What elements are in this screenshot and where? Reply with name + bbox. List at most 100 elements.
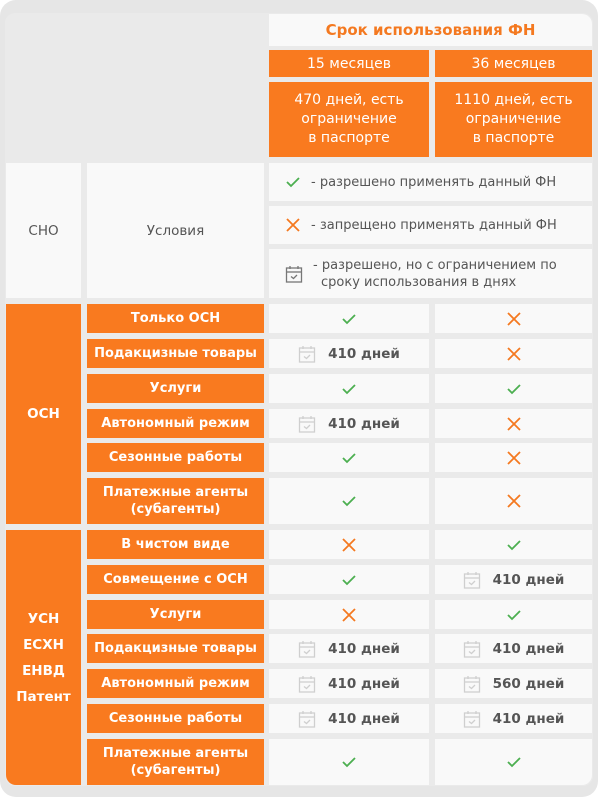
check-icon — [285, 175, 301, 189]
status-cell: 410 дней — [269, 634, 429, 663]
check-icon — [341, 494, 357, 508]
status-cell — [435, 600, 592, 629]
condition-label-line: Совмещение с ОСН — [103, 572, 248, 587]
description-line: ограничение — [301, 111, 397, 127]
condition-label: Сезонные работы — [87, 704, 264, 733]
status-cell — [269, 304, 429, 333]
cross-icon — [285, 217, 301, 233]
description-line: в паспорте — [308, 130, 390, 146]
column-description-15: 470 дней, есть ограничение в паспорте — [269, 82, 429, 157]
sno-group-label: ОСН — [6, 304, 81, 524]
sno-header: СНО — [6, 163, 81, 298]
condition-label: Автономный режим — [87, 669, 264, 698]
calendar-check-icon — [463, 709, 481, 729]
check-icon — [506, 755, 522, 769]
condition-label: Услуги — [87, 600, 264, 629]
condition-label: Автономный режим — [87, 409, 264, 438]
cross-icon — [341, 537, 357, 553]
condition-label: Платежные агенты (субагенты) — [87, 739, 264, 785]
condition-label-line: Подакцизные товары — [94, 641, 257, 656]
condition-label: Услуги — [87, 374, 264, 403]
calendar-check-icon — [463, 639, 481, 659]
status-cell — [435, 339, 592, 368]
sno-group-label: УСН ЕСХН ЕНВД Патент — [6, 530, 81, 785]
status-cell — [435, 374, 592, 403]
status-cell — [269, 739, 429, 785]
check-icon — [341, 755, 357, 769]
status-cell — [435, 409, 592, 438]
sno-label-line: УСН — [27, 610, 60, 627]
description-line: 470 дней, есть — [294, 92, 404, 108]
condition-label-line: Автономный режим — [101, 416, 250, 431]
cross-icon — [506, 346, 522, 362]
condition-label-line: Услуги — [149, 607, 202, 622]
condition-label-line: (субагенты) — [130, 763, 221, 778]
check-icon — [506, 382, 522, 396]
legend-text: - разрешено применять данный ФН — [311, 174, 557, 190]
status-cell — [269, 478, 429, 524]
calendar-check-icon — [285, 264, 303, 284]
cross-icon — [506, 450, 522, 466]
calendar-check-icon — [298, 674, 316, 694]
column-period-15: 15 месяцев — [269, 50, 429, 77]
days-limit: 560 дней — [492, 675, 565, 692]
header-title: Срок использования ФН — [269, 14, 592, 46]
column-period-36: 36 месяцев — [435, 50, 592, 77]
condition-label: Подакцизные товары — [87, 634, 264, 663]
sno-label-line: ЕНВД — [22, 662, 65, 679]
check-icon — [341, 312, 357, 326]
sno-label-line: Патент — [16, 688, 71, 705]
cross-icon — [341, 607, 357, 623]
legend-text-line: - разрешено, но с ограничением по — [313, 257, 557, 273]
status-cell — [435, 739, 592, 785]
condition-label: Платежные агенты (субагенты) — [87, 478, 264, 524]
condition-label: Только ОСН — [87, 304, 264, 333]
legend-text: - разрешено, но с ограничением по сроку … — [313, 257, 557, 291]
days-limit: 410 дней — [328, 415, 400, 432]
condition-label-line: В чистом виде — [121, 537, 230, 552]
legend-forbidden: - запрещено применять данный ФН — [269, 206, 592, 244]
cross-icon — [506, 311, 522, 327]
legend-limited: - разрешено, но с ограничением по сроку … — [269, 249, 592, 298]
check-icon — [506, 538, 522, 552]
status-cell: 410 дней — [435, 704, 592, 733]
cross-icon — [506, 416, 522, 432]
days-limit: 410 дней — [328, 345, 400, 362]
calendar-check-icon — [298, 414, 316, 434]
status-cell: 410 дней — [269, 339, 429, 368]
sno-label-line: ЕСХН — [23, 636, 64, 653]
status-cell — [435, 530, 592, 559]
legend-text-line: сроку использования в днях — [321, 274, 517, 290]
days-limit: 410 дней — [492, 710, 565, 727]
status-cell — [435, 478, 592, 524]
calendar-check-icon — [463, 674, 481, 694]
status-cell — [269, 443, 429, 472]
status-cell — [269, 600, 429, 629]
condition-label-line: Платежные агенты — [102, 746, 249, 761]
status-cell — [269, 530, 429, 559]
status-cell — [435, 443, 592, 472]
conditions-header: Условия — [87, 163, 264, 298]
status-cell — [269, 565, 429, 594]
calendar-check-icon — [298, 344, 316, 364]
condition-label-line: Подакцизные товары — [94, 346, 257, 361]
check-icon — [341, 382, 357, 396]
condition-label-line: Сезонные работы — [108, 711, 243, 726]
check-icon — [506, 608, 522, 622]
status-cell: 410 дней — [435, 634, 592, 663]
description-line: в паспорте — [472, 130, 555, 146]
description-line: 1110 дней, есть — [454, 92, 573, 108]
condition-label: В чистом виде — [87, 530, 264, 559]
condition-label: Совмещение с ОСН — [87, 565, 264, 594]
description-line: ограничение — [465, 111, 562, 127]
days-limit: 410 дней — [492, 640, 565, 657]
status-cell: 410 дней — [269, 669, 429, 698]
condition-label-line: Платежные агенты — [102, 485, 249, 500]
days-limit: 410 дней — [328, 640, 400, 657]
sno-label-line: ОСН — [27, 406, 60, 422]
days-limit: 410 дней — [492, 571, 565, 588]
status-cell: 560 дней — [435, 669, 592, 698]
status-cell — [269, 374, 429, 403]
check-icon — [341, 451, 357, 465]
calendar-check-icon — [298, 709, 316, 729]
